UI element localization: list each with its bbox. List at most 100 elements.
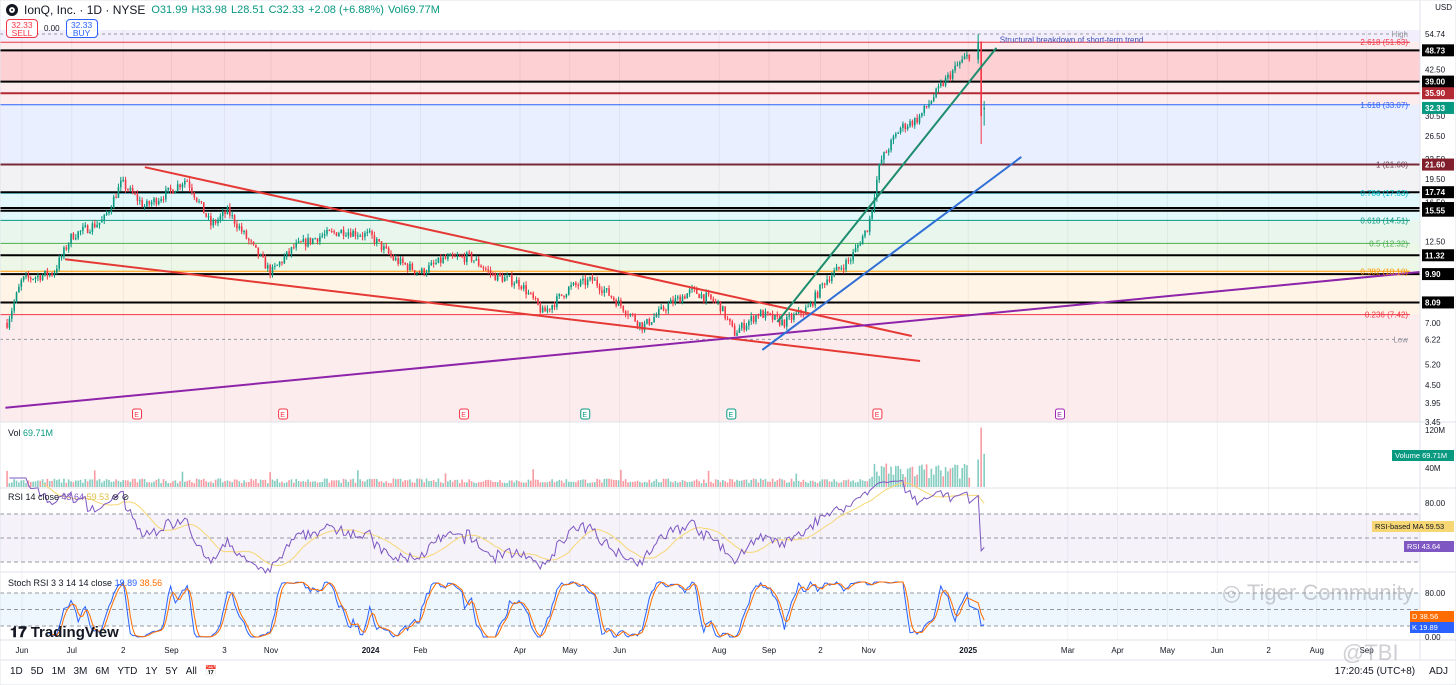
volume-bar <box>77 480 79 487</box>
candle-body <box>541 307 544 313</box>
candle-body <box>859 244 862 246</box>
candle-body <box>404 262 407 265</box>
tf-5y[interactable]: 5Y <box>166 666 178 677</box>
volume-bar <box>627 482 629 487</box>
symbol-title[interactable]: IonQ, Inc. · 1D · NYSE <box>24 3 145 17</box>
candle-body <box>785 316 788 327</box>
volume-bar <box>217 478 219 487</box>
volume-bar <box>849 481 852 487</box>
tf-1y[interactable]: 1Y <box>145 666 157 677</box>
candle-body <box>129 187 132 191</box>
price-tick: 19.50 <box>1425 175 1446 184</box>
candle-body <box>918 115 921 123</box>
volume-bar <box>456 479 459 487</box>
volume-bar <box>527 479 530 487</box>
candle-body <box>226 206 229 215</box>
volume-bar <box>458 482 461 487</box>
volume-bar <box>439 482 442 487</box>
candle-body <box>288 251 290 254</box>
candle-body <box>6 322 8 328</box>
candle-body <box>335 232 338 237</box>
volume-bar <box>212 482 215 487</box>
candle-body <box>200 201 203 203</box>
volume-bar <box>688 481 691 487</box>
candle-body <box>925 106 928 108</box>
price-label: 15.55 <box>1425 207 1446 216</box>
volume-bar <box>610 479 613 487</box>
candle-body <box>11 310 13 319</box>
volume-bar <box>567 481 570 487</box>
tf-3m[interactable]: 3M <box>74 666 88 677</box>
candle-body <box>617 300 620 306</box>
candle-body <box>556 296 558 307</box>
candle-body <box>416 272 418 274</box>
candle-body <box>397 258 399 264</box>
candle-body <box>176 184 179 192</box>
candle-body <box>650 322 653 325</box>
candle-body <box>816 292 819 298</box>
tf-1m[interactable]: 1M <box>52 666 66 677</box>
volume-bar <box>487 479 489 487</box>
volume-bar <box>193 483 196 487</box>
volume-bar <box>691 481 693 487</box>
candle-body <box>487 269 489 271</box>
volume-bar <box>278 482 281 487</box>
price-label: 32.33 <box>1425 104 1446 113</box>
candle-body <box>399 258 402 264</box>
adj-button[interactable]: ADJ <box>1429 666 1448 677</box>
candle-body <box>212 220 215 226</box>
trade-buttons: 32.33 SELL 0.00 32.33 BUY <box>6 19 98 38</box>
volume-bar <box>710 481 712 487</box>
tf-6m[interactable]: 6M <box>95 666 109 677</box>
candle-body <box>480 265 482 268</box>
buy-button[interactable]: 32.33 BUY <box>65 19 98 38</box>
volume-bar <box>563 482 565 487</box>
volume-bar <box>413 482 416 487</box>
candle-body <box>143 206 146 208</box>
volume-bar <box>778 478 781 487</box>
candle-body <box>198 201 200 203</box>
volume-bar <box>219 478 222 487</box>
candle-body <box>847 260 850 262</box>
volume-bar <box>96 480 98 487</box>
candle-body <box>364 232 366 237</box>
candle-body <box>120 180 122 188</box>
candle-body <box>231 215 234 217</box>
volume-bar <box>264 479 267 487</box>
volume-bar <box>37 480 39 487</box>
volume-bar <box>112 481 115 487</box>
tf-5d[interactable]: 5D <box>31 666 44 677</box>
candle-body <box>423 268 425 275</box>
candle-body <box>340 229 343 234</box>
stoch-k-label: K 19.89 <box>1412 623 1438 632</box>
candle-body <box>522 285 525 289</box>
volume-bar <box>594 482 596 487</box>
volume-bar <box>859 479 862 487</box>
currency-select[interactable]: USD <box>1435 3 1452 12</box>
sell-button[interactable]: 32.33 SELL <box>6 19 38 38</box>
candle-body <box>605 288 608 290</box>
volume-bar <box>733 481 736 487</box>
candle-body <box>959 62 961 65</box>
volume-legend: Vol 69.71M <box>8 428 53 438</box>
candle-body <box>371 231 373 236</box>
volume-bar <box>468 479 471 487</box>
volume-bar <box>631 481 634 487</box>
volume-bar <box>776 480 779 487</box>
fib-fill-bottom <box>0 339 1420 422</box>
candle-body <box>172 189 174 194</box>
volume-bar <box>700 483 703 487</box>
volume-bar <box>686 482 689 487</box>
date-range-icon[interactable]: 📅 <box>205 666 217 677</box>
tradingview-logo[interactable]: 𝟏𝟕 TradingView <box>10 624 119 641</box>
tf-1d[interactable]: 1D <box>10 666 23 677</box>
tf-ytd[interactable]: YTD <box>117 666 137 677</box>
volume-bar <box>13 479 15 487</box>
candle-body <box>757 315 760 317</box>
volume-bar <box>624 479 627 487</box>
candle-body <box>492 273 494 275</box>
tf-all[interactable]: All <box>186 666 197 677</box>
earnings-label: E <box>582 412 587 419</box>
volume-bar <box>387 482 390 487</box>
candle-body <box>89 231 91 234</box>
